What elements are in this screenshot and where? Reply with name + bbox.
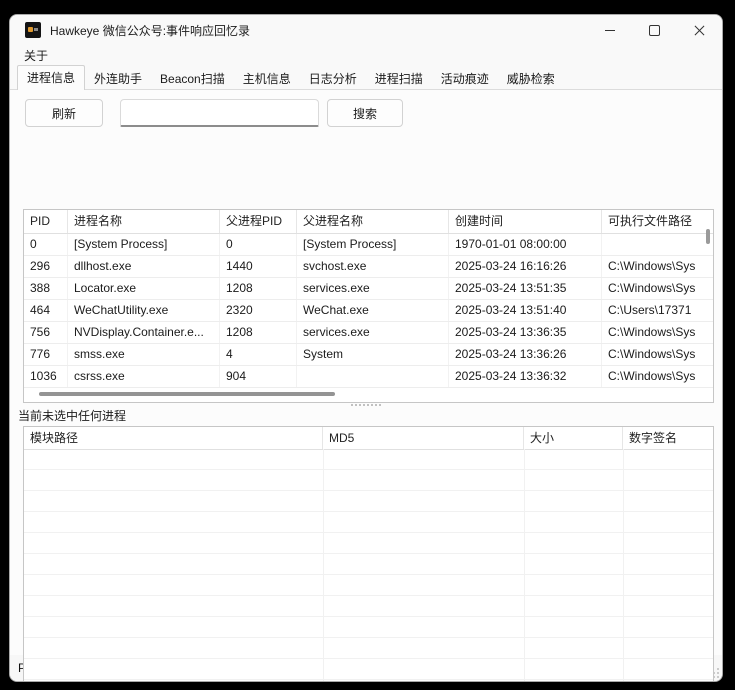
module-table-body bbox=[24, 449, 713, 682]
cell-parent-name: System bbox=[297, 344, 449, 365]
cell-parent-pid: 1208 bbox=[220, 278, 297, 299]
tab-log-analysis[interactable]: 日志分析 bbox=[300, 69, 366, 90]
cell-create-time: 1970-01-01 08:00:00 bbox=[449, 234, 602, 255]
cell-create-time: 2025-03-24 13:51:35 bbox=[449, 278, 602, 299]
column-separator bbox=[623, 449, 624, 682]
module-table: 模块路径 MD5 大小 数字签名 bbox=[23, 426, 714, 682]
cell-parent-name bbox=[297, 366, 449, 387]
hawk-eye-icon bbox=[28, 27, 33, 32]
cell-parent-pid: 1208 bbox=[220, 322, 297, 343]
cell-pid: 756 bbox=[24, 322, 68, 343]
cell-exe-path: C:\Windows\Sys bbox=[602, 322, 713, 343]
table-row[interactable]: 776 smss.exe 4 System 2025-03-24 13:36:2… bbox=[24, 344, 713, 366]
cell-parent-name: WeChat.exe bbox=[297, 300, 449, 321]
col-parent-pid[interactable]: 父进程PID bbox=[220, 210, 297, 233]
cell-exe-path: C:\Windows\Sys bbox=[602, 344, 713, 365]
selection-status-label: 当前未选中任何进程 bbox=[18, 407, 126, 424]
process-table-hscrollbar[interactable] bbox=[39, 392, 335, 396]
tab-process-info[interactable]: 进程信息 bbox=[17, 65, 85, 90]
search-input[interactable] bbox=[120, 99, 319, 127]
cell-parent-name: svchost.exe bbox=[297, 256, 449, 277]
minimize-icon bbox=[605, 30, 615, 31]
minimize-button[interactable] bbox=[587, 15, 632, 45]
cell-process-name: smss.exe bbox=[68, 344, 220, 365]
cell-parent-name: [System Process] bbox=[297, 234, 449, 255]
title-bar: Hawkeye 微信公众号:事件响应回忆录 bbox=[10, 15, 722, 45]
menu-item-about[interactable]: 关于 bbox=[18, 45, 54, 66]
tab-strip: 进程信息 外连助手 Beacon扫描 主机信息 日志分析 进程扫描 活动痕迹 威… bbox=[17, 65, 715, 90]
cell-parent-name: services.exe bbox=[297, 278, 449, 299]
cell-create-time: 2025-03-24 13:36:32 bbox=[449, 366, 602, 387]
hawk-beak-icon bbox=[34, 28, 38, 31]
cell-pid: 1036 bbox=[24, 366, 68, 387]
col-create-time[interactable]: 创建时间 bbox=[449, 210, 602, 233]
module-table-header: 模块路径 MD5 大小 数字签名 bbox=[24, 427, 713, 450]
cell-pid: 464 bbox=[24, 300, 68, 321]
process-table-header: PID 进程名称 父进程PID 父进程名称 创建时间 可执行文件路径 bbox=[24, 210, 713, 234]
col-process-name[interactable]: 进程名称 bbox=[68, 210, 220, 233]
process-table: PID 进程名称 父进程PID 父进程名称 创建时间 可执行文件路径 0 [Sy… bbox=[23, 209, 714, 403]
col-size[interactable]: 大小 bbox=[524, 427, 623, 449]
cell-exe-path: C:\Windows\Sys bbox=[602, 366, 713, 387]
tab-process-scan[interactable]: 进程扫描 bbox=[366, 69, 432, 90]
cell-pid: 296 bbox=[24, 256, 68, 277]
refresh-button[interactable]: 刷新 bbox=[25, 99, 103, 127]
cell-pid: 0 bbox=[24, 234, 68, 255]
close-button[interactable] bbox=[677, 15, 722, 45]
cell-process-name: Locator.exe bbox=[68, 278, 220, 299]
tab-beacon-scan[interactable]: Beacon扫描 bbox=[151, 69, 234, 90]
col-module-path[interactable]: 模块路径 bbox=[24, 427, 323, 449]
close-icon bbox=[694, 25, 705, 36]
col-pid[interactable]: PID bbox=[24, 210, 68, 233]
cell-parent-name: services.exe bbox=[297, 322, 449, 343]
table-row[interactable]: 0 [System Process] 0 [System Process] 19… bbox=[24, 234, 713, 256]
cell-process-name: dllhost.exe bbox=[68, 256, 220, 277]
cell-parent-pid: 0 bbox=[220, 234, 297, 255]
cell-process-name: csrss.exe bbox=[68, 366, 220, 387]
cell-exe-path bbox=[602, 234, 713, 255]
cell-pid: 388 bbox=[24, 278, 68, 299]
tab-outbound-helper[interactable]: 外连助手 bbox=[85, 69, 151, 90]
tab-host-info[interactable]: 主机信息 bbox=[234, 69, 300, 90]
cell-parent-pid: 4 bbox=[220, 344, 297, 365]
cell-parent-pid: 1440 bbox=[220, 256, 297, 277]
cell-parent-pid: 2320 bbox=[220, 300, 297, 321]
cell-parent-pid: 904 bbox=[220, 366, 297, 387]
menu-bar: 关于 bbox=[10, 45, 722, 65]
cell-process-name: NVDisplay.Container.e... bbox=[68, 322, 220, 343]
app-icon bbox=[25, 22, 41, 38]
col-md5[interactable]: MD5 bbox=[323, 427, 524, 449]
tab-threat-search[interactable]: 威胁检索 bbox=[498, 69, 564, 90]
splitter-handle[interactable] bbox=[351, 404, 381, 406]
maximize-button[interactable] bbox=[632, 15, 677, 45]
process-info-page: 刷新 搜索 PID 进程名称 父进程PID 父进程名称 创建时间 可执行文件路径… bbox=[10, 89, 722, 655]
cell-process-name: WeChatUtility.exe bbox=[68, 300, 220, 321]
cell-exe-path: C:\Windows\Sys bbox=[602, 278, 713, 299]
col-parent-name[interactable]: 父进程名称 bbox=[297, 210, 449, 233]
app-window: Hawkeye 微信公众号:事件响应回忆录 关于 进程信息 外连助手 Beaco… bbox=[9, 14, 723, 682]
cell-create-time: 2025-03-24 13:36:35 bbox=[449, 322, 602, 343]
cell-exe-path: C:\Users\17371 bbox=[602, 300, 713, 321]
window-title: Hawkeye 微信公众号:事件响应回忆录 bbox=[50, 22, 250, 39]
column-separator bbox=[323, 449, 324, 682]
cell-create-time: 2025-03-24 16:16:26 bbox=[449, 256, 602, 277]
table-row[interactable]: 388 Locator.exe 1208 services.exe 2025-0… bbox=[24, 278, 713, 300]
cell-create-time: 2025-03-24 13:51:40 bbox=[449, 300, 602, 321]
process-table-vscrollbar[interactable] bbox=[706, 229, 710, 244]
tab-activity-traces[interactable]: 活动痕迹 bbox=[432, 69, 498, 90]
col-exe-path[interactable]: 可执行文件路径 bbox=[602, 210, 713, 233]
table-row[interactable]: 1036 csrss.exe 904 2025-03-24 13:36:32 C… bbox=[24, 366, 713, 388]
table-row[interactable]: 464 WeChatUtility.exe 2320 WeChat.exe 20… bbox=[24, 300, 713, 322]
col-signature[interactable]: 数字签名 bbox=[623, 427, 713, 449]
search-button[interactable]: 搜索 bbox=[327, 99, 403, 127]
cell-create-time: 2025-03-24 13:36:26 bbox=[449, 344, 602, 365]
maximize-icon bbox=[649, 25, 660, 36]
column-separator bbox=[524, 449, 525, 682]
window-controls bbox=[587, 15, 722, 45]
cell-pid: 776 bbox=[24, 344, 68, 365]
cell-process-name: [System Process] bbox=[68, 234, 220, 255]
table-row[interactable]: 296 dllhost.exe 1440 svchost.exe 2025-03… bbox=[24, 256, 713, 278]
cell-exe-path: C:\Windows\Sys bbox=[602, 256, 713, 277]
table-row[interactable]: 756 NVDisplay.Container.e... 1208 servic… bbox=[24, 322, 713, 344]
